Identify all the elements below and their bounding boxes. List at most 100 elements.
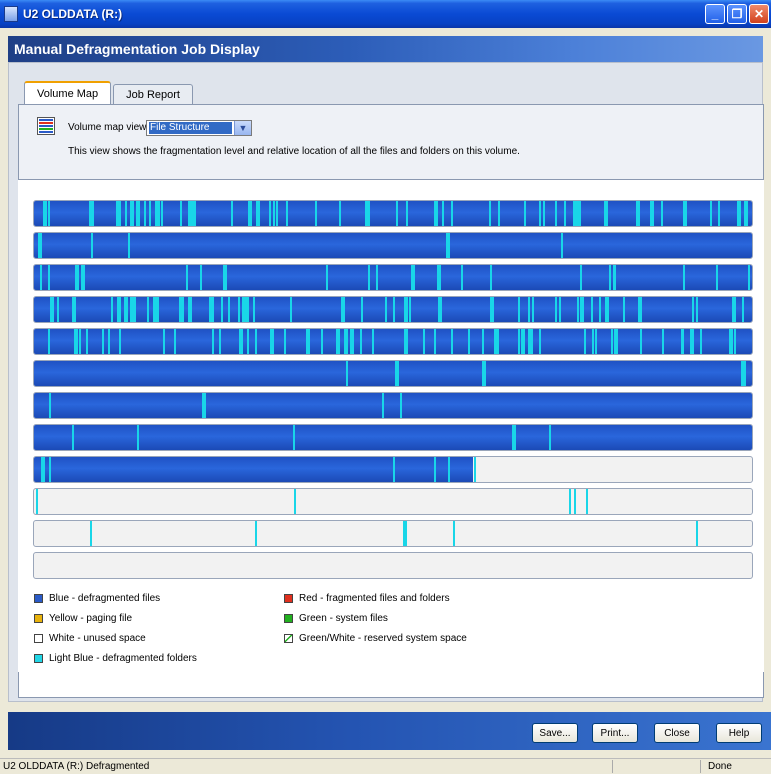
defragmented-region <box>34 361 752 386</box>
folder-mark <box>256 201 260 226</box>
volume-map-row <box>33 552 753 579</box>
folder-mark <box>147 297 149 322</box>
folder-mark <box>446 233 450 258</box>
defragmented-region <box>34 393 752 418</box>
legend-item-green-white: Green/White - reserved system space <box>284 633 467 644</box>
folder-mark <box>453 521 455 546</box>
volume-map-row <box>33 360 753 387</box>
folder-mark <box>49 393 51 418</box>
folder-mark <box>555 297 557 322</box>
view-description: This view shows the fragmentation level … <box>68 146 520 157</box>
status-bar: U2 OLDDATA (R:) Defragmented Done <box>0 758 771 774</box>
folder-mark <box>41 457 45 482</box>
folder-mark <box>393 297 395 322</box>
folder-mark <box>48 265 50 290</box>
save-button[interactable]: Save... <box>532 723 578 743</box>
volume-map-view-select[interactable]: File Structure ▼ <box>146 120 252 136</box>
folder-mark <box>434 201 436 226</box>
tab-strip: Volume Map Job Report <box>24 81 195 104</box>
tab-job-report[interactable]: Job Report <box>113 84 193 104</box>
folder-mark <box>396 201 398 226</box>
folder-mark <box>442 201 444 226</box>
folder-mark <box>102 329 104 354</box>
legend-swatch <box>284 594 293 603</box>
folder-mark <box>640 329 642 354</box>
folder-mark <box>128 233 130 258</box>
folder-mark <box>636 201 640 226</box>
restore-button[interactable]: ❐ <box>727 4 747 24</box>
status-text: U2 OLDDATA (R:) Defragmented <box>3 761 150 772</box>
legend-label: Green/White - reserved system space <box>299 633 467 644</box>
folder-mark <box>434 329 436 354</box>
volume-map-row <box>33 200 753 227</box>
folder-mark <box>219 329 221 354</box>
legend-swatch <box>34 654 43 663</box>
folder-mark <box>404 329 408 354</box>
folder-mark <box>400 393 402 418</box>
chevron-down-icon[interactable]: ▼ <box>234 121 251 135</box>
legend-swatch <box>34 594 43 603</box>
help-button[interactable]: Help <box>716 723 762 743</box>
folder-mark <box>48 201 50 226</box>
folder-mark <box>188 297 192 322</box>
folder-mark <box>604 201 608 226</box>
folder-mark <box>174 329 176 354</box>
folder-mark <box>242 297 244 322</box>
folder-mark <box>57 297 59 322</box>
close-button[interactable]: Close <box>654 723 700 743</box>
folder-mark <box>38 233 42 258</box>
window-title-bar[interactable]: U2 OLDDATA (R:) _ ❐ ✕ <box>0 0 771 28</box>
defragmented-region <box>34 233 752 258</box>
folder-mark <box>729 329 733 354</box>
legend-label: Green - system files <box>299 613 388 624</box>
minimize-icon: _ <box>711 7 719 21</box>
folder-mark <box>532 297 534 322</box>
folder-mark <box>696 297 698 322</box>
folder-mark <box>48 329 50 354</box>
print-button[interactable]: Print... <box>592 723 638 743</box>
folder-mark <box>614 329 618 354</box>
folder-mark <box>539 201 541 226</box>
folder-mark <box>117 297 121 322</box>
folder-mark <box>108 329 110 354</box>
tab-volume-map[interactable]: Volume Map <box>24 81 112 104</box>
status-divider <box>700 760 701 773</box>
folder-mark <box>423 329 425 354</box>
folder-mark <box>409 297 411 322</box>
folder-mark <box>125 201 127 226</box>
folder-mark <box>382 393 384 418</box>
volume-map-icon <box>37 117 55 135</box>
folder-mark <box>350 329 354 354</box>
folder-mark <box>638 297 642 322</box>
tab-label: Job Report <box>126 88 180 101</box>
legend-label: White - unused space <box>49 633 146 644</box>
folder-mark <box>81 265 85 290</box>
folder-mark <box>690 329 692 354</box>
close-window-button[interactable]: ✕ <box>749 4 769 24</box>
restore-icon: ❐ <box>731 7 743 21</box>
folder-mark <box>577 297 579 322</box>
folder-mark <box>564 201 566 226</box>
folder-mark <box>521 329 525 354</box>
page-title-text: Manual Defragmentation Job Display <box>14 41 260 57</box>
folder-mark <box>326 265 328 290</box>
tab-label: Volume Map <box>37 87 99 100</box>
folder-mark <box>255 329 257 354</box>
folder-mark <box>718 201 720 226</box>
minimize-button[interactable]: _ <box>705 4 725 24</box>
folder-mark <box>490 297 494 322</box>
folder-mark <box>204 393 206 418</box>
close-button-label: Close <box>664 727 690 739</box>
folder-mark <box>662 329 664 354</box>
folder-mark <box>72 425 74 450</box>
folder-mark <box>518 297 520 322</box>
folder-mark <box>131 297 135 322</box>
folder-mark <box>403 521 407 546</box>
folder-mark <box>607 297 609 322</box>
folder-mark <box>650 201 652 226</box>
folder-mark <box>574 489 576 514</box>
folder-mark <box>180 297 184 322</box>
volume-map-row <box>33 296 753 323</box>
folder-mark <box>365 201 369 226</box>
legend-swatch <box>34 614 43 623</box>
